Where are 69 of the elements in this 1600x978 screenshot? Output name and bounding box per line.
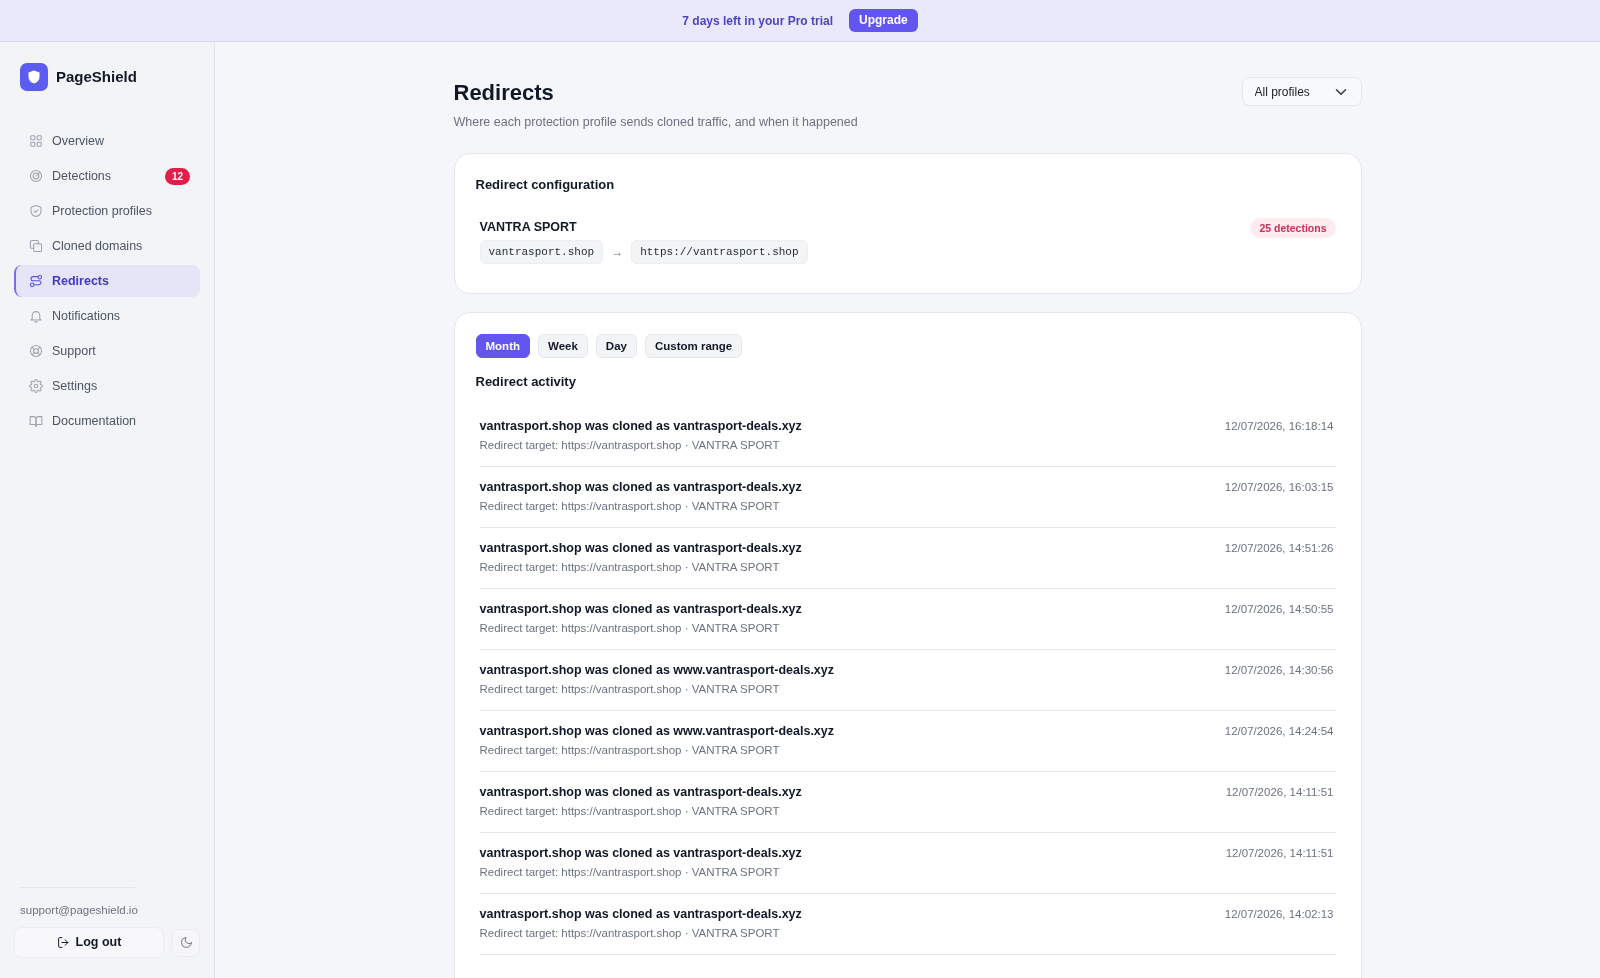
card-title: Redirect configuration: [475, 176, 616, 194]
activity-time: 12/07/2026, 14:24:54: [1224, 724, 1334, 739]
range-tab[interactable]: Month: [475, 334, 530, 358]
activity-detail: Redirect target: https://vantrasport.shop · VANTRA SPORT: [479, 926, 781, 941]
route-icon: [29, 274, 43, 288]
activity-time: 12/07/2026, 14:50:55: [1224, 602, 1334, 617]
activity-title: vantrasport.shop was cloned as vantrasport-deals.xyz: [479, 479, 802, 496]
range-tab[interactable]: Custom range: [644, 334, 743, 358]
activity-title: vantrasport.shop was cloned as vantrasport-deals.xyz: [479, 601, 802, 618]
activity-detail: Redirect target: https://vantrasport.shop · VANTRA SPORT: [479, 865, 781, 880]
activity-title: vantrasport.shop was cloned as www.vantrasport-deals.xyz: [479, 662, 834, 679]
theme-toggle-button[interactable]: [172, 928, 200, 957]
radar-icon: [29, 169, 43, 183]
bell-icon: [29, 309, 43, 323]
page-title: Redirects: [453, 79, 555, 107]
activity-detail: Redirect target: https://vantrasport.shop · VANTRA SPORT: [479, 499, 781, 514]
activity-time: 12/07/2026, 14:02:13: [1224, 907, 1334, 922]
activity-detail: Redirect target: https://vantrasport.shop · VANTRA SPORT: [479, 804, 781, 819]
sidebar-item[interactable]: Documentation: [14, 405, 200, 437]
activity-detail: Redirect target: https://vantrasport.shop · VANTRA SPORT: [479, 438, 781, 453]
activity-detail: Redirect target: https://vantrasport.shop · VANTRA SPORT: [479, 621, 781, 636]
sidebar-item[interactable]: Overview: [14, 125, 200, 157]
range-tab[interactable]: Week: [538, 334, 588, 358]
activity-title: vantrasport.shop was cloned as vantrasport-deals.xyz: [479, 418, 802, 435]
source-domain-chip: vantrasport.shop: [479, 240, 604, 264]
activity-time: 12/07/2026, 14:30:56: [1224, 663, 1334, 678]
activity-time: 12/07/2026, 14:11:51: [1225, 785, 1334, 800]
sidebar-item[interactable]: Detections 12: [14, 160, 200, 192]
sidebar-item[interactable]: Redirects: [14, 265, 200, 297]
gear-icon: [29, 379, 43, 393]
shield-logo-icon: [20, 63, 48, 91]
arrow-text: →: [611, 244, 624, 261]
sidebar-item[interactable]: Cloned domains: [14, 230, 200, 262]
upgrade-button[interactable]: Upgrade: [849, 9, 918, 32]
sidebar-item[interactable]: Settings: [14, 370, 200, 402]
activity-time: 12/07/2026, 14:11:51: [1225, 846, 1334, 861]
logout-icon: [56, 936, 70, 949]
activity-time: 12/07/2026, 14:51:26: [1224, 541, 1334, 556]
grid-icon: [29, 134, 43, 148]
copy-icon: [29, 239, 43, 253]
sidebar-item[interactable]: Support: [14, 335, 200, 367]
activity-title: vantrasport.shop was cloned as vantrasport-deals.xyz: [479, 540, 802, 557]
lifebuoy-icon: [29, 344, 43, 358]
count-badge: 12: [164, 167, 190, 185]
activity-detail: Redirect target: https://vantrasport.shop · VANTRA SPORT: [479, 682, 781, 697]
activity-detail: Redirect target: https://vantrasport.shop · VANTRA SPORT: [479, 743, 781, 758]
profile-select[interactable]: All profiles: [1241, 77, 1362, 106]
activity-title: vantrasport.shop was cloned as www.vantrasport-deals.xyz: [479, 723, 834, 740]
brand-name: PageShield: [56, 66, 137, 87]
target-url-chip: https://vantrasport.shop: [631, 240, 808, 264]
page-subtitle: Where each protection profile sends cloned traffic, and when it happened: [453, 114, 858, 131]
section-title: Redirect activity: [475, 373, 577, 391]
activity-time: 12/07/2026, 16:03:15: [1224, 480, 1334, 495]
activity-title: vantrasport.shop was cloned as vantrasport-deals.xyz: [479, 845, 802, 862]
user-email: support@pageshield.io: [19, 902, 139, 918]
profile-name: VANTRA SPORT: [479, 219, 578, 236]
shield-check-icon: [29, 204, 43, 218]
trial-message: 7 days left in your Pro trial: [682, 12, 833, 30]
range-tab[interactable]: Day: [595, 334, 637, 358]
moon-icon: [179, 936, 193, 949]
activity-detail: Redirect target: https://vantrasport.shop · VANTRA SPORT: [479, 560, 781, 575]
sidebar-item[interactable]: Notifications: [14, 300, 200, 332]
logout-button[interactable]: Log out: [14, 927, 164, 958]
detections-badge: 25 detections: [1250, 218, 1336, 238]
activity-title: vantrasport.shop was cloned as vantrasport-deals.xyz: [479, 784, 802, 801]
book-icon: [29, 414, 43, 428]
activity-title: vantrasport.shop was cloned as vantrasport-deals.xyz: [479, 906, 802, 923]
sidebar-item[interactable]: Protection profiles: [14, 195, 200, 227]
activity-time: 12/07/2026, 16:18:14: [1224, 419, 1334, 434]
